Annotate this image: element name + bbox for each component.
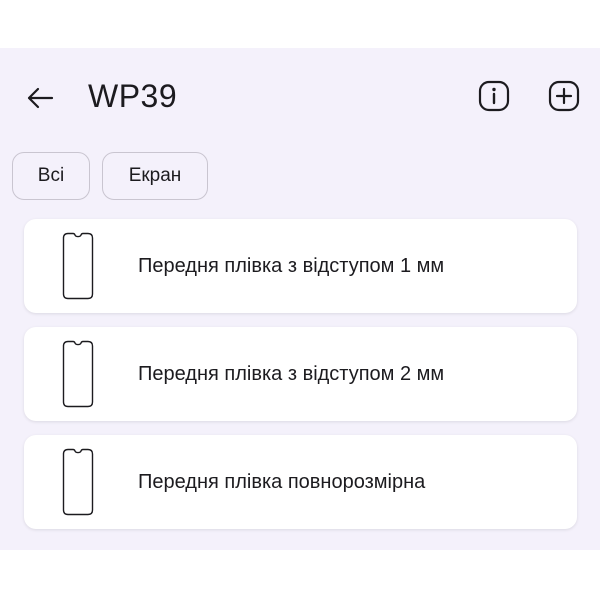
phone-outline-icon — [62, 232, 94, 300]
add-button[interactable] — [546, 78, 582, 114]
page-title: WP39 — [88, 78, 178, 114]
list-item-label: Передня плівка з відступом 2 мм — [138, 362, 445, 385]
phone-outline-icon — [62, 340, 94, 408]
chip-all[interactable]: Всі — [12, 152, 90, 200]
chip-screen[interactable]: Екран — [102, 152, 208, 200]
list-item-label: Передня плівка повнорозмірна — [138, 470, 426, 493]
arrow-left-icon — [27, 87, 54, 109]
top-app-bar: WP39 — [0, 48, 600, 144]
back-button[interactable] — [22, 80, 58, 116]
filter-chips: Всі Екран — [12, 152, 208, 202]
list-item[interactable]: Передня плівка повнорозмірна — [24, 435, 577, 529]
list-item-label: Передня плівка з відступом 1 мм — [138, 254, 445, 277]
app-screen: WP39 Всі Екран Передня плівка з відступо… — [0, 48, 600, 550]
list-item[interactable]: Передня плівка з відступом 2 мм — [24, 327, 577, 421]
phone-outline-icon — [62, 448, 94, 516]
film-list: Передня плівка з відступом 1 мм Передня … — [24, 219, 577, 543]
info-icon — [478, 80, 510, 112]
add-square-icon — [548, 80, 580, 112]
list-item[interactable]: Передня плівка з відступом 1 мм — [24, 219, 577, 313]
info-button[interactable] — [476, 78, 512, 114]
